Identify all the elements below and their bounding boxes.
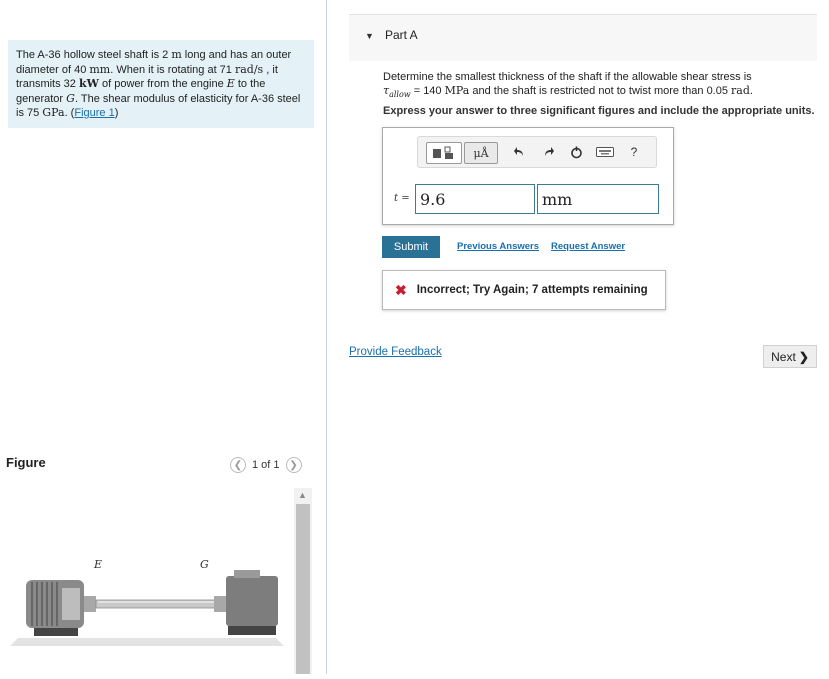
- part-header[interactable]: ▼ Part A: [349, 14, 817, 61]
- help-button[interactable]: ?: [626, 142, 642, 162]
- templates-icon: [433, 146, 453, 159]
- next-button[interactable]: Next ❯: [763, 345, 817, 368]
- scroll-up-icon[interactable]: ▲: [298, 490, 307, 500]
- variable-label: t =: [394, 193, 410, 204]
- prev-figure-button[interactable]: ❮: [230, 457, 246, 473]
- generator-coupling: [214, 596, 226, 612]
- value-input[interactable]: [415, 184, 535, 214]
- unit-rad: rad: [731, 84, 750, 97]
- figure-pager: ❮ 1 of 1 ❯: [230, 457, 302, 473]
- feedback-box: ✖ Incorrect; Try Again; 7 attempts remai…: [382, 270, 666, 310]
- error-x-icon: ✖: [395, 281, 407, 298]
- engine-coupling: [84, 596, 96, 612]
- generator-top-box: [234, 570, 260, 578]
- unit-kw: kW: [78, 77, 99, 90]
- answer-box: μÅ ? t =: [382, 127, 674, 225]
- figure-image: E G: [6, 488, 290, 674]
- pager-text: 1 of 1: [252, 459, 280, 471]
- caret-down-icon[interactable]: ▼: [365, 31, 374, 41]
- tau-subscript: allow: [389, 90, 411, 100]
- chevron-right-icon: ❯: [798, 349, 809, 364]
- unit-mpa: MPa: [444, 84, 470, 97]
- math-toolbar: μÅ ?: [417, 136, 657, 168]
- redo-icon[interactable]: [540, 142, 556, 162]
- var-g: G: [66, 91, 75, 105]
- part-title: Part A: [385, 28, 418, 42]
- engine-base: [34, 628, 78, 636]
- var-e: E: [226, 77, 235, 90]
- answer-pane: ▼ Part A Determine the smallest thicknes…: [327, 0, 829, 674]
- engine-cap: [62, 588, 80, 620]
- problem-statement: The A-36 hollow steel shaft is 2 m long …: [8, 40, 314, 128]
- reset-icon[interactable]: [568, 142, 584, 162]
- provide-feedback-link[interactable]: Provide Feedback: [349, 346, 442, 358]
- figure-scrollbar[interactable]: ▲: [294, 488, 312, 674]
- instruction-text: Express your answer to three significant…: [383, 105, 815, 117]
- request-answer-link[interactable]: Request Answer: [551, 241, 625, 252]
- shaft-diagram: E G: [10, 558, 284, 646]
- previous-answers-link[interactable]: Previous Answers: [457, 241, 539, 252]
- question-text: Determine the smallest thickness of the …: [383, 71, 753, 100]
- figure-link[interactable]: Figure 1: [74, 107, 114, 119]
- unit-gpa: GPa: [42, 106, 65, 119]
- unit-mm: mm: [89, 62, 111, 76]
- engine-label: E: [93, 558, 102, 571]
- ground-plate: [10, 638, 284, 646]
- units-input[interactable]: [537, 184, 659, 214]
- hollow-shaft: [95, 599, 217, 609]
- keyboard-icon[interactable]: [594, 142, 616, 162]
- figure-label: Figure: [6, 455, 46, 470]
- undo-icon[interactable]: [512, 142, 528, 162]
- next-label: Next: [771, 349, 796, 364]
- templates-button[interactable]: [426, 142, 462, 164]
- feedback-message: Incorrect; Try Again; 7 attempts remaini…: [416, 284, 648, 296]
- scrollbar-thumb[interactable]: [296, 504, 310, 674]
- unit-m: m: [171, 48, 182, 61]
- generator-label: G: [200, 558, 209, 571]
- units-button[interactable]: μÅ: [464, 142, 498, 164]
- unit-rads: rad/s: [234, 62, 264, 76]
- chevron-left-icon: ❮: [233, 459, 243, 471]
- generator-base: [228, 626, 276, 635]
- chevron-right-icon: ❯: [289, 459, 298, 471]
- generator-body: [226, 576, 278, 626]
- next-figure-button[interactable]: ❯: [285, 457, 302, 473]
- problem-pane: The A-36 hollow steel shaft is 2 m long …: [0, 0, 326, 674]
- submit-button[interactable]: Submit: [382, 236, 440, 258]
